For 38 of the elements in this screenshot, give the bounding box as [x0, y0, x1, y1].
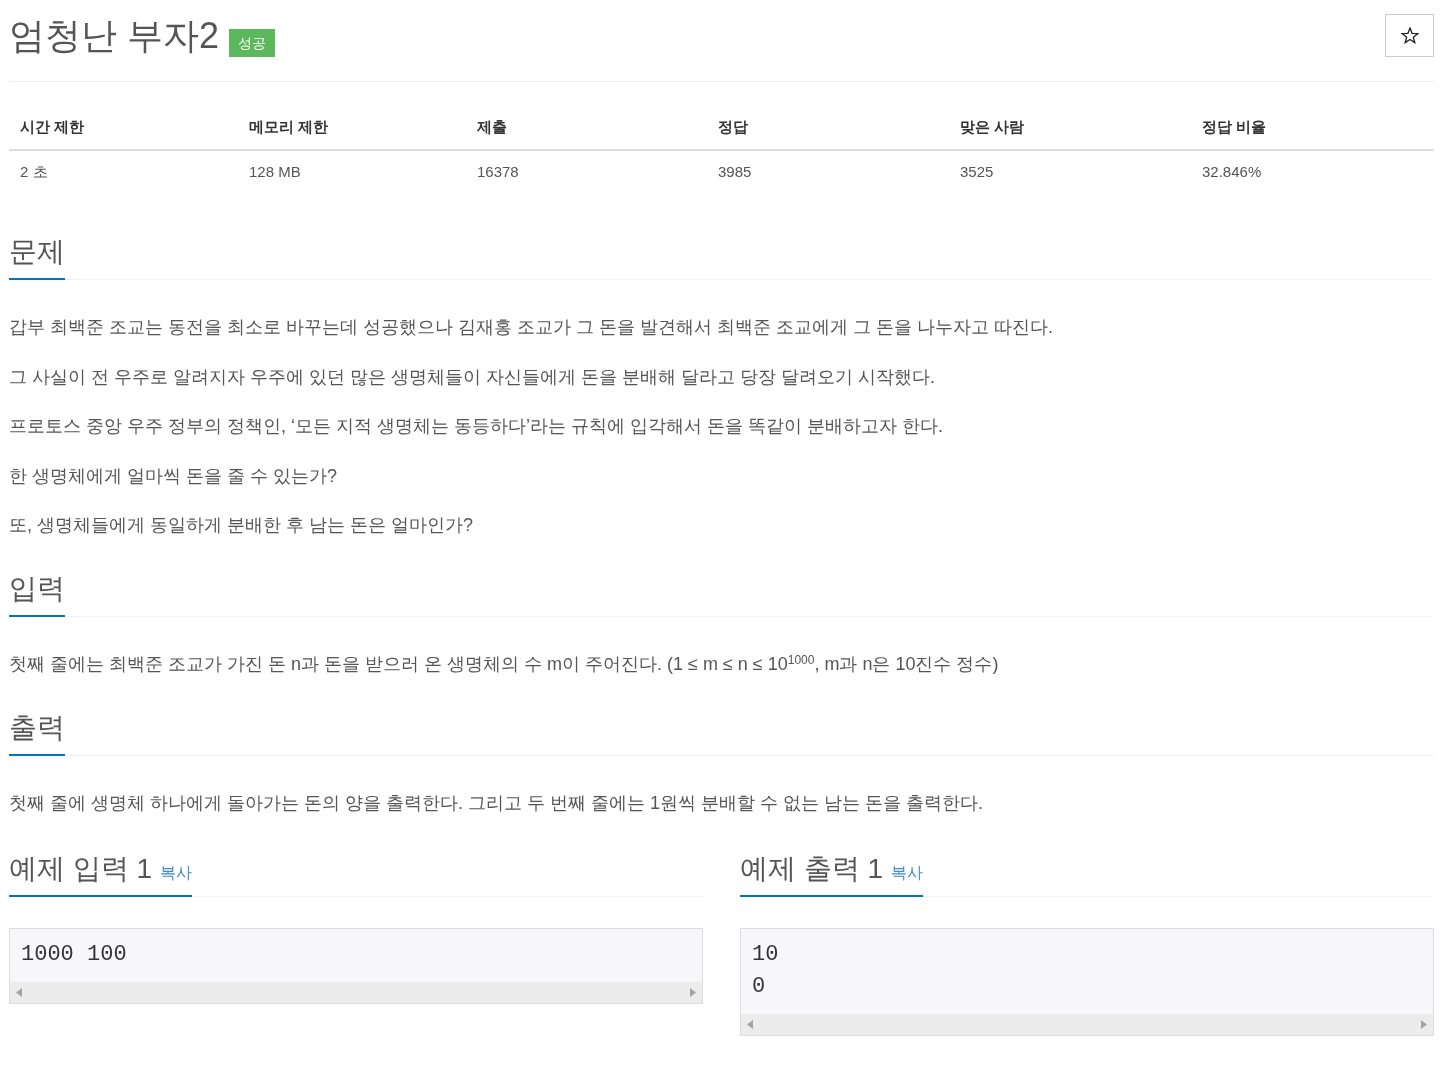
horizontal-scrollbar[interactable] [741, 1014, 1433, 1035]
right-triangle-icon[interactable] [1421, 1020, 1427, 1029]
paragraph: 첫째 줄에는 최백준 조교가 가진 돈 n과 돈을 받으러 온 생명체의 수 m이 주어진다. (1 ≤ m ≤ n ≤ 10$^{1000}$, m과 n은 10진수 정수) [9, 652, 1000, 676]
code-text: 1000 100 [20, 941, 128, 969]
table-cell-text: 16378 [477, 162, 519, 183]
table-header: 제출 [477, 116, 507, 137]
paragraph: 갑부 최백준 조교는 동전을 최소로 바꾸는데 성공했으나 김재홍 조교가 그 돈을 발견해서 최백준 조교에게 그 돈을 나누자고 따진다. [9, 316, 1055, 339]
page-title: 엄청난 부자2 [9, 14, 220, 58]
horizontal-scrollbar[interactable] [10, 982, 702, 1003]
paragraph: 한 생명체에게 얼마씩 돈을 줄 수 있는가? [9, 464, 339, 488]
table-header: 시간 제한 [20, 116, 85, 137]
table-cell-text: 3525 [960, 162, 994, 183]
paragraph: 또, 생명체들에게 동일하게 분배한 후 남는 돈은 얼마인가? [9, 514, 475, 537]
table-header: 맞은 사람 [960, 116, 1025, 137]
section-heading: 출력 [9, 708, 65, 756]
left-triangle-icon[interactable] [16, 988, 22, 997]
paragraph: 그 사실이 전 우주로 알려지자 우주에 있던 많은 생명체들이 자신들에게 돈을 분배해 달라고 당장 달려오기 시작했다. [9, 365, 936, 389]
paragraph: 첫째 줄에 생명체 하나에게 돌아가는 돈의 양을 출력한다. 그리고 두 번째 줄에는 1원씩 분배할 수 없는 남는 돈을 출력한다. [9, 792, 985, 815]
table-cell-text: 128 MB [249, 162, 301, 183]
table-header: 정답 비율 [1202, 116, 1267, 137]
table-cell-text: 32.846% [1202, 162, 1262, 183]
star-icon [1400, 27, 1419, 44]
copy-link[interactable]: 복사 [160, 861, 193, 885]
section-heading: 입력 [9, 569, 65, 617]
left-triangle-icon[interactable] [747, 1020, 753, 1029]
table-cell-text: 3985 [718, 162, 752, 183]
sample-heading: 예제 출력 1 [740, 852, 884, 886]
table-header: 정답 [718, 116, 748, 137]
right-triangle-icon[interactable] [690, 988, 696, 997]
copy-link[interactable]: 복사 [891, 861, 924, 885]
paragraph: 프로토스 중앙 우주 정부의 정책인, ‘모든 지적 생명체는 동등하다’라는 규칙에 입각해서 돈을 똑같이 분배하고자 한다. [9, 415, 944, 438]
code-text: 10 0 [751, 941, 780, 1001]
star-button[interactable] [1385, 14, 1434, 57]
sample-heading: 예제 입력 1 [9, 852, 153, 886]
table-cell-text: 2 초 [20, 162, 48, 183]
table-header: 메모리 제한 [249, 116, 329, 137]
section-heading: 문제 [9, 232, 65, 280]
result-badge: 성공 [229, 29, 276, 57]
